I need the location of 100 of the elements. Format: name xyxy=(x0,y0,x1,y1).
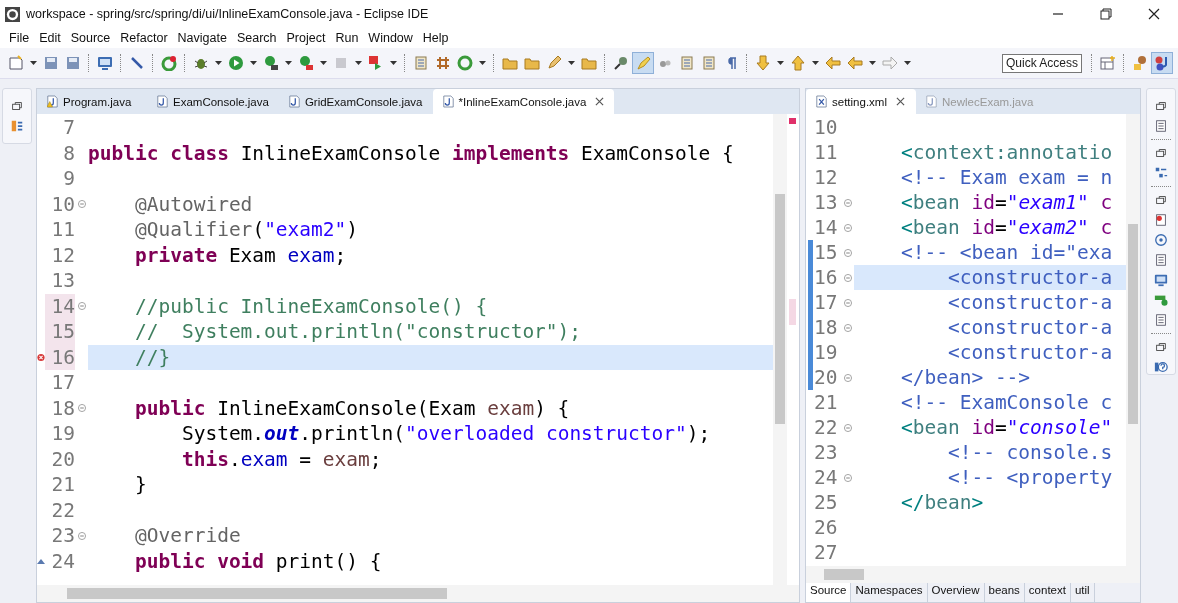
code-line: public InlineExamConsole(Exam exam) { xyxy=(133,395,571,421)
close-icon[interactable] xyxy=(895,97,905,106)
document-icon[interactable] xyxy=(1154,313,1168,327)
code-line: <bean id="exam2" c xyxy=(899,215,1114,240)
line-number: 26 xyxy=(814,515,839,540)
restore-icon[interactable] xyxy=(10,99,24,113)
menu-item[interactable]: Window xyxy=(363,31,418,45)
caret-icon[interactable] xyxy=(320,61,327,65)
line-number: 20 xyxy=(50,446,75,472)
fold-icon[interactable] xyxy=(843,423,852,432)
fold-icon[interactable] xyxy=(77,200,86,209)
code-line: <!-- console.s xyxy=(946,440,1114,465)
code-line: <!-- ExamConsole c xyxy=(899,390,1114,415)
line-number: 18 xyxy=(50,395,75,421)
fold-icon[interactable] xyxy=(843,273,852,282)
menu-item[interactable]: Source xyxy=(65,31,116,45)
line-number: 23 xyxy=(814,440,839,465)
caret-icon[interactable] xyxy=(250,61,257,65)
code-line: </bean> xyxy=(899,490,985,515)
line-number: 21 xyxy=(50,472,75,498)
restore-icon[interactable] xyxy=(1100,8,1112,20)
hierarchy-icon[interactable] xyxy=(10,119,24,133)
page-tab[interactable]: beans xyxy=(984,583,1025,602)
editor-tab[interactable]: *InlineExamConsole.java xyxy=(432,89,615,114)
restore-icon[interactable] xyxy=(1154,340,1168,354)
vertical-scrollbar[interactable] xyxy=(1126,114,1140,566)
line-number: 8 xyxy=(62,140,75,166)
java-perspective-icon[interactable] xyxy=(1152,53,1172,73)
line-number: 15 xyxy=(814,240,839,265)
fold-icon[interactable] xyxy=(843,323,852,332)
fold-icon[interactable] xyxy=(843,248,852,257)
code-line: <constructor-a xyxy=(946,290,1114,315)
caret-icon[interactable] xyxy=(869,61,876,65)
fold-icon[interactable] xyxy=(843,373,852,382)
editor-tab[interactable]: GridExamConsole.java xyxy=(278,89,433,114)
page-tab[interactable]: Namespaces xyxy=(851,583,928,602)
line-number: 7 xyxy=(62,115,75,141)
menu-item[interactable]: File xyxy=(4,31,35,45)
fold-icon[interactable] xyxy=(77,302,86,311)
restore-icon[interactable] xyxy=(1154,99,1168,113)
document-icon[interactable] xyxy=(1154,119,1168,133)
editor-tab[interactable]: ExamConsole.java xyxy=(147,89,279,114)
caret-icon[interactable] xyxy=(568,61,575,65)
page-tab[interactable]: util xyxy=(1070,583,1095,602)
horizontal-scrollbar[interactable] xyxy=(806,566,1140,583)
caret-icon[interactable] xyxy=(355,61,362,65)
java-file-icon xyxy=(926,95,937,108)
close-icon[interactable] xyxy=(595,97,605,106)
document-icon[interactable] xyxy=(1154,253,1168,267)
page-tab[interactable]: Overview xyxy=(927,583,985,602)
editor-tab[interactable]: setting.xml xyxy=(806,89,916,114)
line-number: 13 xyxy=(814,190,839,215)
menu-item[interactable]: Project xyxy=(281,31,331,45)
caret-icon[interactable] xyxy=(30,61,37,65)
line-number: 19 xyxy=(50,421,75,447)
fold-icon[interactable] xyxy=(843,223,852,232)
close-icon[interactable] xyxy=(1148,8,1160,20)
fold-icon[interactable] xyxy=(77,404,86,413)
horizontal-scrollbar[interactable] xyxy=(37,585,799,602)
breakpoint-icon[interactable] xyxy=(1154,213,1168,227)
caret-icon[interactable] xyxy=(904,61,911,65)
line-number: 21 xyxy=(814,390,839,415)
vertical-scrollbar[interactable] xyxy=(773,114,787,585)
open-perspective-icon[interactable] xyxy=(1098,53,1118,73)
restore-icon[interactable] xyxy=(1154,193,1168,207)
line-number: 9 xyxy=(62,166,75,192)
help-icon[interactable] xyxy=(1154,360,1168,374)
caret-icon[interactable] xyxy=(479,61,486,65)
line-number: 10 xyxy=(814,115,839,140)
page-tab[interactable]: Source xyxy=(806,583,852,602)
line-number: 27 xyxy=(814,540,839,565)
fold-icon[interactable] xyxy=(843,473,852,482)
outline-icon[interactable] xyxy=(1154,166,1168,180)
fold-icon[interactable] xyxy=(843,198,852,207)
caret-icon[interactable] xyxy=(215,61,222,65)
menu-item[interactable]: Help xyxy=(417,31,454,45)
caret-icon[interactable] xyxy=(812,61,819,65)
menu-item[interactable]: Navigate xyxy=(172,31,232,45)
line-number: 23 xyxy=(50,523,75,549)
fold-icon[interactable] xyxy=(77,531,86,540)
code-line: public void print() { xyxy=(133,548,383,574)
page-tab[interactable]: context xyxy=(1024,583,1071,602)
caret-icon[interactable] xyxy=(285,61,292,65)
code-line: <!-- <bean id="exa xyxy=(899,240,1114,265)
caret-icon[interactable] xyxy=(390,61,397,65)
menu-item[interactable]: Refactor xyxy=(115,31,173,45)
menu-item[interactable]: Run xyxy=(330,31,364,45)
monitor-icon[interactable] xyxy=(1154,273,1168,287)
fold-icon[interactable] xyxy=(843,298,852,307)
code-line: //public InlineExamConsole() { xyxy=(133,293,489,319)
editor-tab[interactable]: Program.java xyxy=(37,89,147,114)
xml-file-icon xyxy=(816,95,827,108)
menu-item[interactable]: Search xyxy=(231,31,282,45)
code-line: System.out.println("overloaded constructor"); xyxy=(180,421,712,447)
line-number: 19 xyxy=(814,340,839,365)
menu-item[interactable]: Edit xyxy=(34,31,66,45)
run-icon[interactable] xyxy=(226,53,246,73)
restore-icon[interactable] xyxy=(1154,146,1168,160)
quick-access-field[interactable]: Quick Access xyxy=(1002,53,1082,73)
caret-icon[interactable] xyxy=(777,61,784,65)
